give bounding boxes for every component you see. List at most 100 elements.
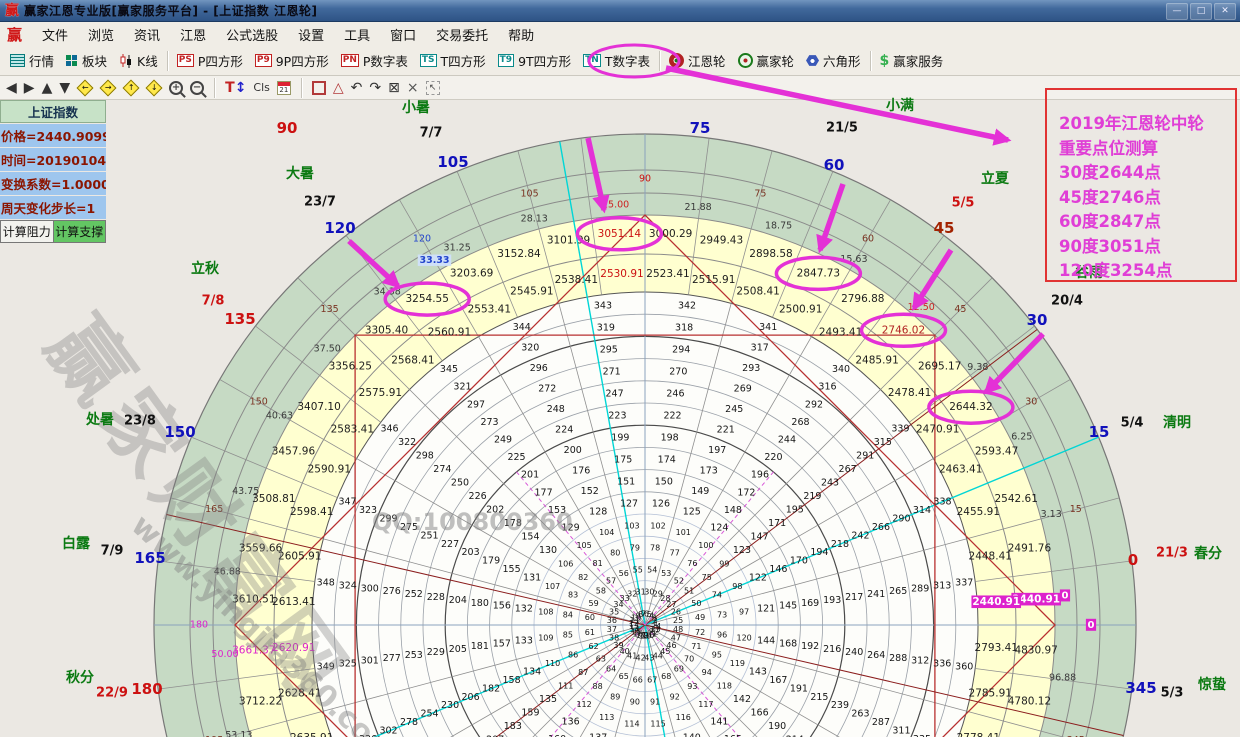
svg-text:269: 269 [734,384,752,395]
svg-text:287: 287 [872,717,890,728]
menu-item-4[interactable]: 公式选股 [216,29,288,44]
toolbar-label-winner-service: 赢家服务 [893,51,943,70]
svg-text:316: 316 [818,382,836,393]
chart-canvas[interactable]: 0153045607590105120135150165180195210225… [0,100,1240,737]
svg-text:242: 242 [851,530,869,541]
svg-text:315: 315 [874,437,892,448]
svg-text:3203.69: 3203.69 [450,267,493,279]
toolbar-button-t-table[interactable]: TNT数字表 [577,51,656,70]
menu-item-7[interactable]: 窗口 [380,29,426,44]
svg-text:149: 149 [691,486,709,497]
toolbar-button-winner-service[interactable]: $赢家服务 [874,51,950,70]
hexagon-icon [806,55,819,67]
glyph-part: ↕ [235,80,247,96]
menu-item-5[interactable]: 设置 [288,29,334,44]
svg-text:78: 78 [650,543,660,552]
svg-text:225: 225 [507,452,525,463]
toolbar-label-t-square: T四方形 [441,51,486,70]
close-button[interactable]: ✕ [1214,3,1236,20]
svg-text:222: 222 [663,410,681,421]
menu-item-8[interactable]: 交易委托 [426,29,498,44]
toolbar-button-winner-wheel[interactable]: 赢家轮 [732,51,801,70]
menu-item-2[interactable]: 资讯 [124,29,170,44]
svg-text:252: 252 [405,589,423,600]
calc-resistance-button[interactable]: 计算阻力 [0,220,54,243]
pan-left-icon[interactable]: ← [77,79,94,96]
toolbar-button-sectors[interactable]: 板块 [60,51,113,70]
svg-text:121: 121 [757,604,775,615]
toolbar-button-p-table[interactable]: PNP数字表 [335,51,414,70]
svg-text:2796.88: 2796.88 [841,293,884,305]
shrink-tool-icon[interactable]: × [407,80,419,96]
delete-box-icon[interactable]: ⊠ [388,80,400,96]
nav-down-icon[interactable]: ▼ [59,80,70,96]
cls-button[interactable]: Cls [253,80,269,96]
svg-text:69: 69 [674,665,684,674]
select-tool-icon[interactable]: ↖ [426,81,440,95]
toolbar-button-quotes[interactable]: 行情 [4,51,60,70]
svg-text:15: 15 [1070,504,1082,515]
svg-text:55: 55 [633,565,643,574]
svg-text:91: 91 [650,698,660,707]
titlebar: 赢 赢家江恩专业版[赢家服务平台] - [上证指数 江恩轮] — □ ✕ [0,0,1240,22]
winner-wheel-icon [738,53,753,68]
menu-item-6[interactable]: 工具 [334,29,380,44]
menu-item-1[interactable]: 浏览 [78,29,124,44]
toolbar-button-9t-square[interactable]: T99T四方形 [492,51,578,70]
rotate-ccw-icon[interactable]: ↶ [351,80,363,96]
toolbar-button-p-square[interactable]: PSP四方形 [171,51,249,70]
pan-up-icon[interactable]: ↑ [123,79,140,96]
toolbar-button-t-square[interactable]: TST四方形 [414,51,492,70]
rotate-cw-icon[interactable]: ↷ [369,80,381,96]
calc-support-button[interactable]: 计算支撑 [54,220,107,243]
toolbar-button-9p-square[interactable]: P99P四方形 [249,51,335,70]
svg-text:239: 239 [831,700,849,711]
svg-text:128: 128 [589,507,607,518]
svg-text:136: 136 [562,716,580,727]
svg-text:51: 51 [684,587,694,596]
svg-text:100: 100 [698,541,713,550]
svg-text:2583.41: 2583.41 [331,423,374,435]
svg-text:173: 173 [700,466,718,477]
toolbar-button-gann-wheel[interactable]: 江恩轮 [663,51,732,70]
updown-t-icon[interactable]: T↕ [225,80,246,96]
svg-text:202: 202 [486,505,504,516]
pan-down-icon[interactable]: ↓ [146,79,163,96]
svg-text:2605.91: 2605.91 [278,550,321,562]
param-row-3: 周天变化步长=1 [0,196,106,219]
svg-text:158: 158 [503,675,521,686]
svg-text:143: 143 [749,666,767,677]
zoom-out-icon[interactable]: − [190,81,204,95]
svg-text:123: 123 [733,545,751,556]
svg-text:76: 76 [687,559,697,568]
svg-text:264: 264 [867,650,885,661]
svg-text:50: 50 [691,599,701,608]
svg-text:3000.29: 3000.29 [649,228,692,240]
triangle-tool-icon[interactable]: △ [333,80,344,96]
svg-text:318: 318 [675,322,693,333]
svg-text:3508.81: 3508.81 [252,493,295,505]
callout-line-3: 45度2746点 [1059,186,1229,211]
maximize-button[interactable]: □ [1190,3,1212,20]
toolbar-button-kline[interactable]: K线 [113,51,164,70]
svg-text:199: 199 [611,432,629,443]
menu-item-9[interactable]: 帮助 [498,29,544,44]
calendar-icon[interactable]: 21 [277,81,291,95]
arrow-glyph: ↑ [128,83,135,91]
pan-right-icon[interactable]: → [100,79,117,96]
minimize-button[interactable]: — [1166,3,1188,20]
callout-line-4: 60度2847点 [1059,210,1229,235]
svg-text:62: 62 [589,642,599,651]
menu-item-3[interactable]: 江恩 [170,29,216,44]
nav-right-icon[interactable]: ▶ [24,80,35,96]
svg-text:248: 248 [547,404,565,415]
zoom-in-icon[interactable]: + [169,81,183,95]
svg-text:2485.91: 2485.91 [855,354,898,366]
svg-text:267: 267 [839,464,857,475]
menu-item-0[interactable]: 文件 [32,29,78,44]
svg-text:301: 301 [361,656,379,667]
nav-up-icon[interactable]: ▲ [42,80,53,96]
rect-tool-icon[interactable] [312,81,326,95]
nav-left-icon[interactable]: ◀ [6,80,17,96]
toolbar-button-hexagon[interactable]: 六角形 [800,51,867,70]
